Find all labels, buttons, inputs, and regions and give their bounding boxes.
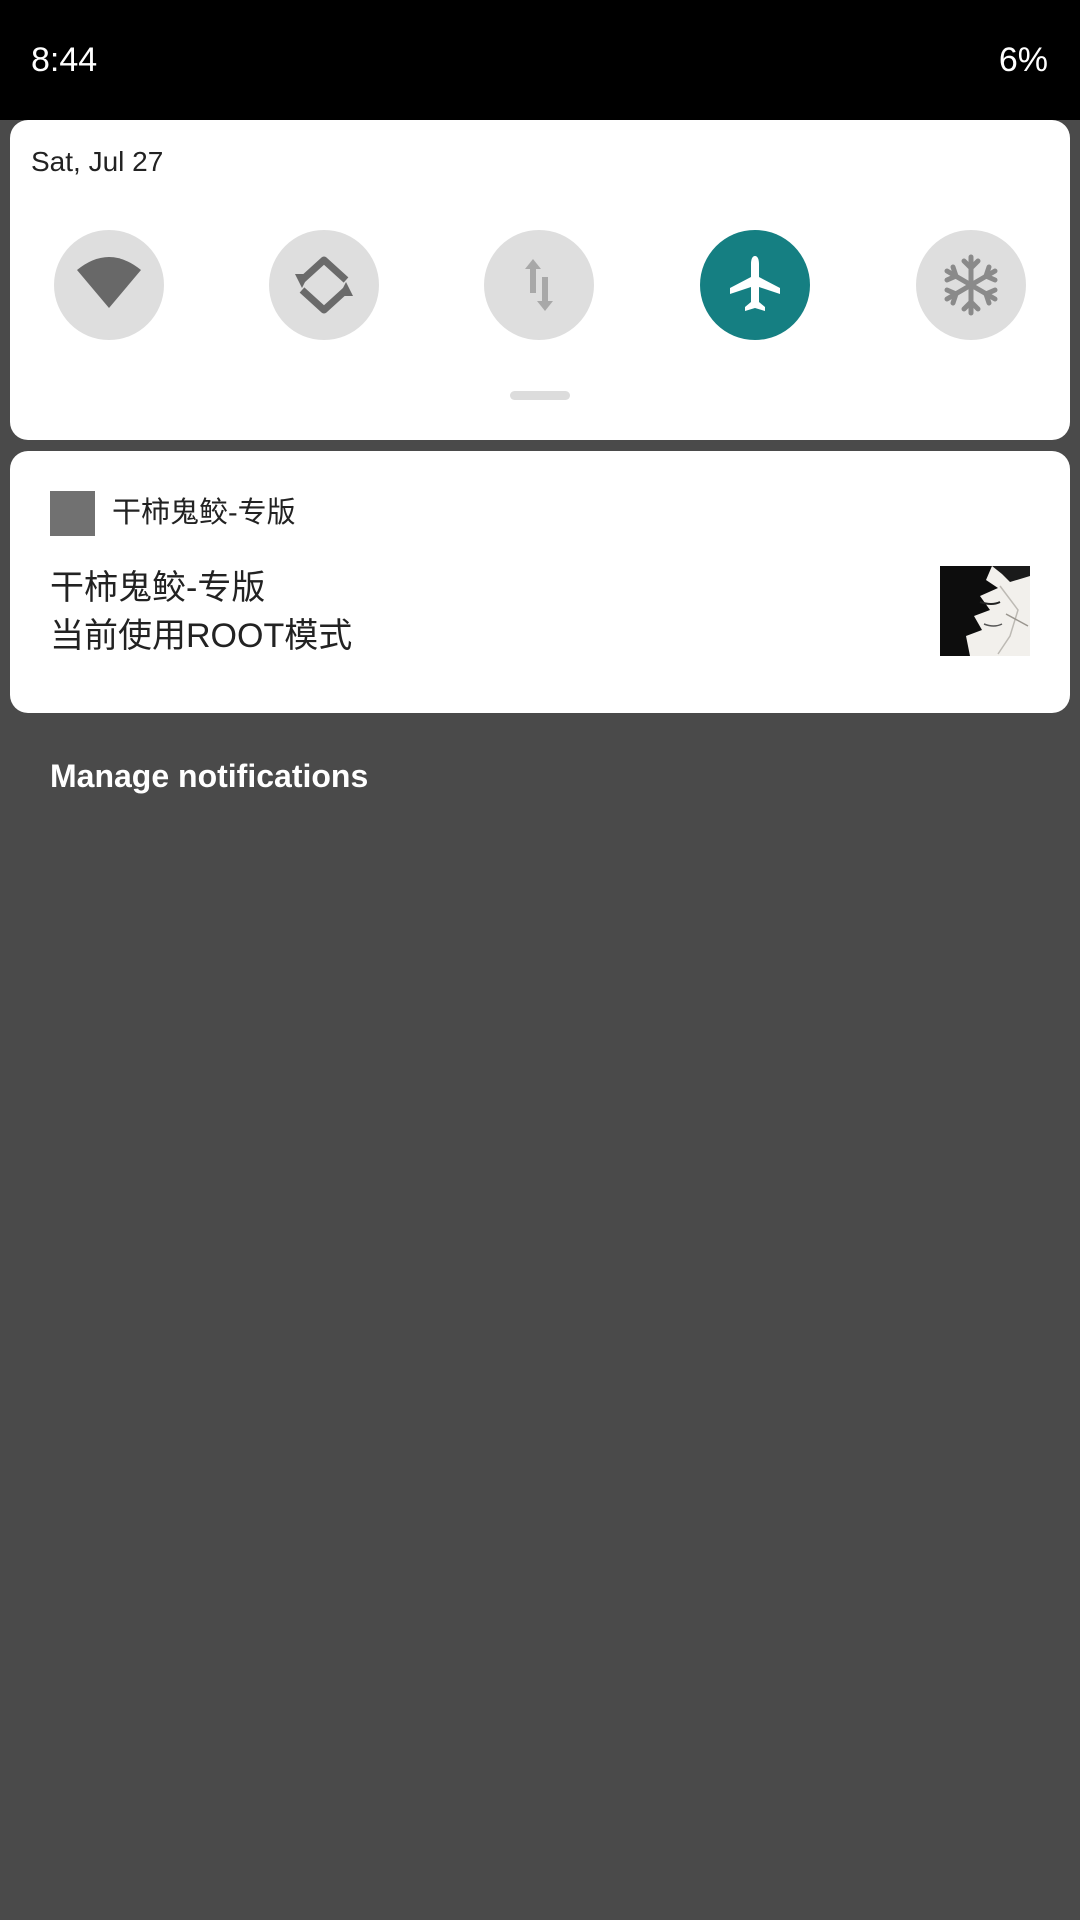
drag-handle[interactable] [510, 391, 570, 400]
battery-percentage: 6% [998, 41, 1048, 79]
manage-notifications-button[interactable]: Manage notifications [50, 755, 368, 797]
date-label: Sat, Jul 27 [31, 146, 164, 177]
tile-mobile-data[interactable] [484, 230, 594, 340]
mobile-data-icon [525, 259, 553, 311]
notification-app-name: 干柿鬼鲛-专版 [112, 497, 296, 529]
notification-text: 当前使用ROOT模式 [50, 617, 353, 655]
auto-rotate-icon [295, 256, 353, 314]
tile-auto-rotate[interactable] [269, 230, 379, 340]
notification-card[interactable]: 干柿鬼鲛-专版 干柿鬼鲛-专版 当前使用ROOT模式 [10, 451, 1070, 713]
quick-settings-panel: Sat, Jul 27 [10, 120, 1070, 440]
status-bar: 8:44 6% [0, 0, 1080, 120]
airplane-icon [730, 256, 780, 311]
snowflake-icon [944, 254, 998, 316]
notification-thumbnail [940, 566, 1030, 656]
tile-freeze[interactable] [916, 230, 1026, 340]
tile-wifi[interactable] [54, 230, 164, 340]
app-icon [50, 491, 95, 536]
notification-title: 干柿鬼鲛-专版 [50, 569, 266, 607]
status-time: 8:44 [31, 41, 98, 79]
wifi-icon [77, 257, 141, 308]
tile-airplane-mode[interactable] [700, 230, 810, 340]
